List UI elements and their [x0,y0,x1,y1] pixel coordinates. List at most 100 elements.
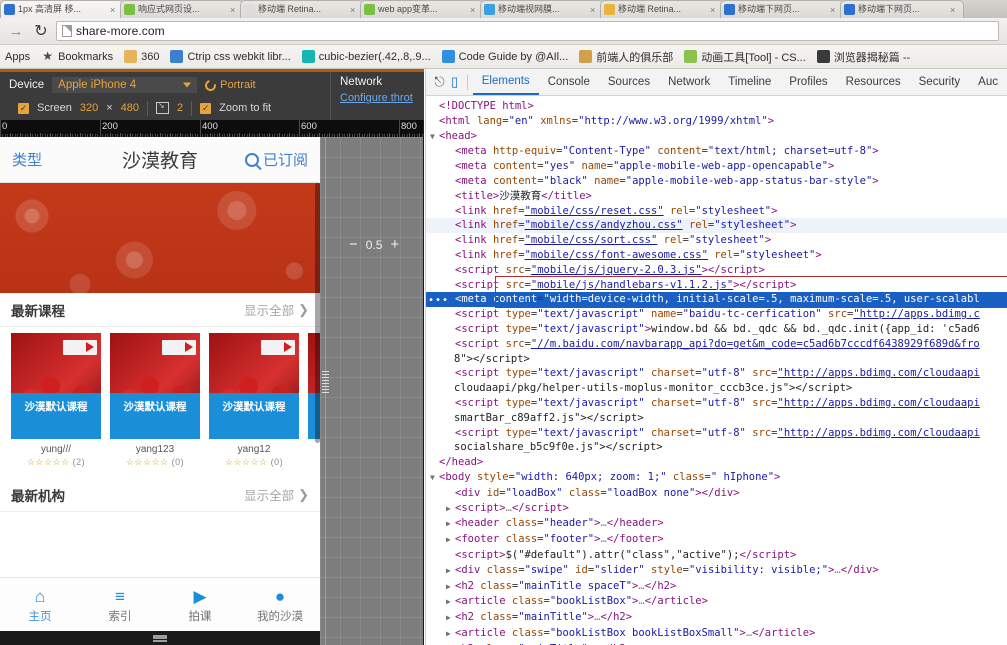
bookmark-item[interactable]: Ctrip css webkit libr... [170,50,290,63]
dom-tree-line[interactable]: <meta content="black" name="apple-mobile… [426,174,1007,189]
disclosure-triangle-icon[interactable]: ▼ [430,130,439,145]
devtools-tab-profiles[interactable]: Profiles [780,69,836,95]
browser-tab[interactable]: 响应式网页设...× [120,0,244,18]
zoom-in-button[interactable]: + [390,237,399,252]
course-card[interactable]: 沙漠默认课程yang12☆☆☆☆☆ (0) [209,333,299,468]
devtools-tab-security[interactable]: Security [910,69,970,95]
dom-tree-line[interactable]: ▶<article class="bookListBox bookListBox… [426,626,1007,642]
dom-tree-line[interactable]: <link href="mobile/css/andyzhou.css" rel… [426,218,1007,233]
close-icon[interactable]: × [830,5,839,15]
orientation-toggle[interactable]: Portrait [205,79,255,91]
dom-tree-line[interactable]: <meta content="yes" name="apple-mobile-w… [426,159,1007,174]
device-select[interactable]: Apple iPhone 4 [52,77,197,93]
dom-tree-line[interactable]: ▶<footer class="footer">…</footer> [426,532,1007,548]
dom-tree-line[interactable]: <div id="loadBox" class="loadBox none"><… [426,486,1007,501]
screen-width-input[interactable]: 320 [80,102,98,114]
dom-tree-line[interactable]: ▶<h2 class="mainTitle">…</h2> [426,610,1007,626]
mobile-tab-user[interactable]: ●我的沙漠 [240,586,320,624]
bookmark-item[interactable]: 360 [124,50,159,63]
browser-tab[interactable]: 移动端 Retina...× [240,0,364,18]
screen-checkbox[interactable]: ✓ [18,103,29,114]
close-icon[interactable]: × [110,5,119,15]
course-card[interactable]: 沙漠默认课程yang123☆☆☆☆☆ (0) [110,333,200,468]
dom-tree-line[interactable]: smartBar_c89aff2.js"></script> [426,411,1007,426]
dom-tree-line[interactable]: <script src="mobile/js/jquery-2.0.3.js">… [426,263,1007,278]
inspect-element-icon[interactable]: ⎋ [432,69,447,95]
disclosure-triangle-icon[interactable]: ▶ [446,502,455,517]
zoom-out-button[interactable]: − [349,237,358,252]
devtools-tab-auc[interactable]: Auc [969,69,1007,95]
disclosure-triangle-icon[interactable]: ▶ [446,533,455,548]
dom-tree-line[interactable]: <meta http-equiv="Content-Type" content=… [426,144,1007,159]
browser-tab[interactable]: 移动端下网页...× [720,0,844,18]
mobile-tab-video-camera[interactable]: ▶拍课 [160,586,240,624]
dom-tree-line[interactable]: <title>沙漠教育</title> [426,189,1007,204]
dom-tree-line[interactable]: ▶<header class="header">…</header> [426,516,1007,532]
show-all-link-courses[interactable]: 显示全部 ❯ [244,300,309,319]
forward-arrow-icon[interactable]: → [6,21,26,41]
devtools-tab-network[interactable]: Network [659,69,719,95]
mobile-tab-home[interactable]: ⌂主页 [0,586,80,624]
zoom-to-fit-checkbox[interactable]: ✓ [200,103,211,114]
devtools-tab-console[interactable]: Console [539,69,599,95]
show-all-link-orgs[interactable]: 显示全部 ❯ [244,485,309,504]
disclosure-triangle-icon[interactable]: ▶ [446,517,455,532]
dom-tree-line[interactable]: <script type="text/javascript" charset="… [426,366,1007,381]
dom-tree-line[interactable]: <html lang="en" xmlns="http://www.w3.org… [426,114,1007,129]
hero-banner[interactable] [0,183,320,293]
toggle-device-toolbar-icon[interactable]: ▯ [447,69,462,95]
screen-height-input[interactable]: 480 [121,102,139,114]
devtools-tab-elements[interactable]: Elements [473,69,539,95]
disclosure-triangle-icon[interactable]: ▶ [446,627,455,642]
address-bar[interactable]: share-more.com [56,21,999,41]
dom-tree-line[interactable]: <script type="text/javascript" name="bai… [426,307,1007,322]
close-icon[interactable]: × [230,5,239,15]
close-icon[interactable]: × [590,5,599,15]
browser-tab[interactable]: web app变革...× [360,0,484,18]
dom-tree-line[interactable]: <script type="text/javascript" charset="… [426,396,1007,411]
dom-tree-line[interactable]: <link href="mobile/css/reset.css" rel="s… [426,204,1007,219]
disclosure-triangle-icon[interactable]: ▶ [446,564,455,579]
disclosure-triangle-icon[interactable]: ▶ [446,611,455,626]
dom-tree-line[interactable]: •••<meta content="width=device-width, in… [426,292,1007,307]
course-card[interactable]: 沙漠默认课程yung///☆☆☆☆☆ (2) [11,333,101,468]
close-icon[interactable]: × [710,5,719,15]
dom-tree-line[interactable]: <link href="mobile/css/font-awesome.css"… [426,248,1007,263]
subscribed-button[interactable]: 已订阅 [245,149,308,170]
category-link[interactable]: 类型 [12,149,42,170]
dom-tree-line[interactable]: ▼<body style="width: 640px; zoom: 1;" cl… [426,470,1007,486]
disclosure-triangle-icon[interactable]: ▼ [430,471,439,486]
elements-dom-tree[interactable]: <!DOCTYPE html><html lang="en" xmlns="ht… [426,96,1007,645]
mobile-tab-list[interactable]: ≡索引 [80,586,160,624]
devtools-tab-sources[interactable]: Sources [599,69,659,95]
bookmark-item[interactable]: 浏览器揭秘篇 -- [817,49,910,65]
dom-tree-line[interactable]: ▼<head> [426,129,1007,145]
dom-tree-line[interactable]: <script type="text/javascript" charset="… [426,426,1007,441]
dom-tree-line[interactable]: </head> [426,455,1007,470]
dom-tree-line[interactable]: 8"></script> [426,352,1007,367]
dom-tree-line[interactable]: ▶<script>…</script> [426,501,1007,517]
bookmark-item[interactable]: Code Guide by @AIl... [442,50,569,63]
close-icon[interactable]: × [470,5,479,15]
dom-tree-line[interactable]: <link href="mobile/css/sort.css" rel="st… [426,233,1007,248]
configure-throttling-link[interactable]: Configure throt [340,92,424,104]
dom-tree-line[interactable]: ▶<h2 class="mainTitle spaceT">…</h2> [426,579,1007,595]
reload-icon[interactable]: ↻ [31,21,51,41]
page-scrollbar[interactable] [315,183,320,443]
bookmark-item[interactable]: 动画工具[Tool] - CS... [684,49,806,65]
dom-tree-line[interactable]: socialshare_b5c9f0e.js"></script> [426,440,1007,455]
dom-tree-line[interactable]: ▶<div class="swipe" id="slider" style="v… [426,563,1007,579]
bookmark-item[interactable]: 前端人的俱乐部 [579,49,673,65]
devtools-tab-timeline[interactable]: Timeline [719,69,780,95]
close-icon[interactable]: × [350,5,359,15]
bookmark-item[interactable]: cubic-bezier(.42,.8,.9... [302,50,431,63]
bookmark-item[interactable]: Apps [5,51,30,63]
viewport-resize-handle[interactable] [322,367,329,397]
browser-tab[interactable]: 移动端视网膜...× [480,0,604,18]
dom-tree-line[interactable]: <!DOCTYPE html> [426,99,1007,114]
dom-tree-line[interactable]: cloudaapi/pkg/helper-utils-moplus-monito… [426,381,1007,396]
browser-tab[interactable]: 移动端下网页...× [840,0,964,18]
dom-tree-line[interactable]: <script src="mobile/js/handlebars-v1.1.2… [426,278,1007,293]
dom-tree-line[interactable]: <script type="text/javascript">window.bd… [426,322,1007,337]
disclosure-triangle-icon[interactable]: ▶ [446,595,455,610]
